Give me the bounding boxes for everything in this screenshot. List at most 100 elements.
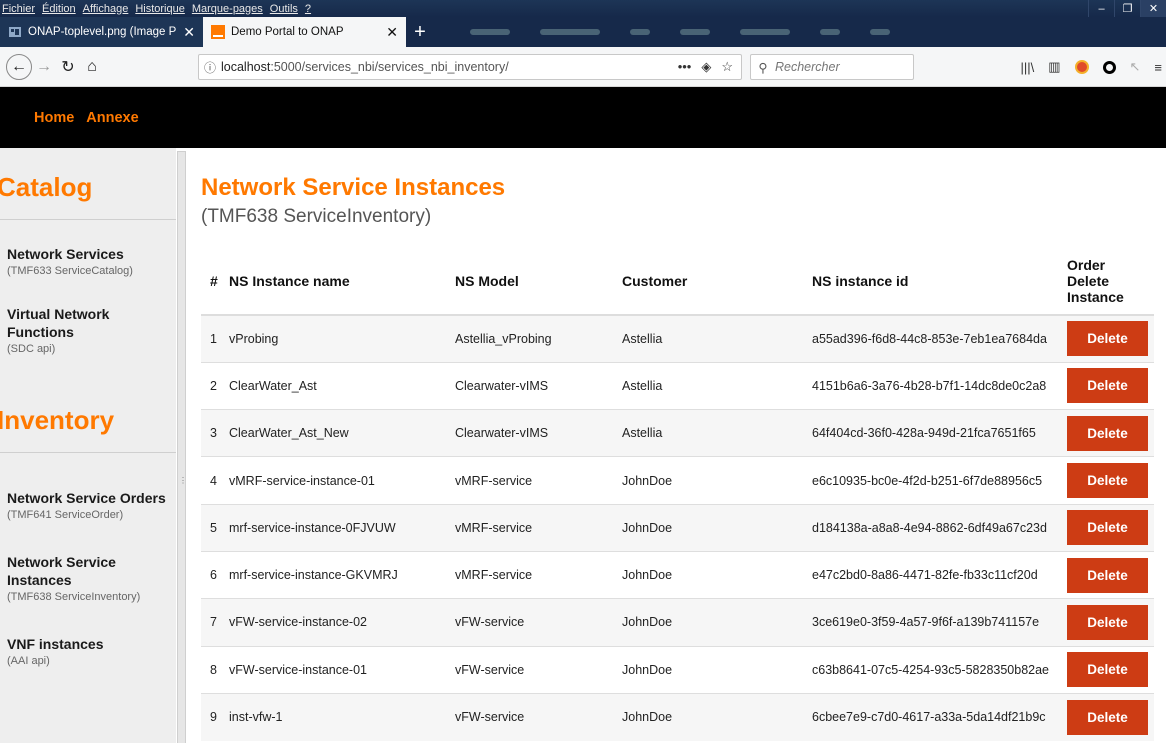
row-customer: JohnDoe <box>622 645 812 694</box>
tab-close-icon[interactable]: ✕ <box>183 24 195 41</box>
sidebar-item-network-services[interactable]: Network Services (TMF633 ServiceCatalog) <box>0 245 176 277</box>
row-ns-name: vFW-service-instance-01 <box>229 645 455 694</box>
row-ns-model: vMRF-service <box>455 456 622 505</box>
row-customer: Astellia <box>622 361 812 410</box>
sidebar-item-sub: (AAI api) <box>7 655 50 667</box>
row-action: Delete <box>1067 598 1154 647</box>
back-arrow-icon[interactable]: ← <box>6 53 32 80</box>
sidebar-item-label: Network Service Instances <box>7 554 116 588</box>
sidebar-item-vnf-instances[interactable]: VNF instances (AAI api) <box>0 635 176 667</box>
close-window-icon[interactable]: ✕ <box>1140 0 1166 17</box>
delete-button[interactable]: Delete <box>1067 321 1148 357</box>
extension-arrow-icon[interactable]: ↖ <box>1130 59 1141 75</box>
hamburger-menu-icon[interactable]: ≡ <box>1154 60 1162 75</box>
blurred-tab-area <box>470 23 1126 41</box>
row-num: 1 <box>201 314 229 363</box>
bookmark-star-icon[interactable]: ☆ <box>721 59 733 75</box>
row-customer: JohnDoe <box>622 692 812 741</box>
nav-annexe-link[interactable]: Annexe <box>86 110 138 126</box>
col-header-id: NS instance id <box>812 248 1067 316</box>
sidebar: Catalog Network Services (TMF633 Service… <box>0 148 176 743</box>
menu-view[interactable]: Affichage <box>83 3 129 15</box>
menu-bookmarks[interactable]: Marque-pages <box>192 3 263 15</box>
reload-icon[interactable]: ↻ <box>56 55 80 79</box>
row-action: Delete <box>1067 645 1154 694</box>
sidebar-item-sub: (SDC api) <box>7 343 56 355</box>
row-action: Delete <box>1067 550 1154 599</box>
extension-ring-icon[interactable] <box>1102 60 1116 74</box>
delete-button[interactable]: Delete <box>1067 699 1148 735</box>
page-actions-icon[interactable]: ••• <box>678 59 692 75</box>
row-ns-model: vMRF-service <box>455 503 622 552</box>
delete-button[interactable]: Delete <box>1067 368 1148 404</box>
home-icon[interactable]: ⌂ <box>80 55 104 79</box>
sidebar-item-vnf[interactable]: Virtual Network Functions (SDC api) <box>0 305 176 355</box>
page-title: Network Service Instances <box>201 174 506 201</box>
sidebar-item-ns-instances[interactable]: Network Service Instances (TMF638 Servic… <box>0 553 176 603</box>
row-customer: Astellia <box>622 409 812 457</box>
row-ns-id: e6c10935-bc0e-4f2d-b251-6f7de88956c5 <box>812 456 1067 505</box>
menu-help[interactable]: ? <box>305 3 311 15</box>
menu-history[interactable]: Historique <box>135 3 185 15</box>
sidebar-item-sub: (TMF641 ServiceOrder) <box>7 509 124 521</box>
row-ns-id: 6cbee7e9-c7d0-4617-a33a-5da14df21b9c <box>812 692 1067 741</box>
delete-button[interactable]: Delete <box>1067 463 1148 499</box>
delete-button[interactable]: Delete <box>1067 510 1148 546</box>
row-ns-name: mrf-service-instance-GKVMRJ <box>229 550 455 599</box>
table-header-row: # NS Instance name NS Model Customer NS … <box>201 248 1154 316</box>
row-customer: JohnDoe <box>622 503 812 552</box>
row-num: 7 <box>201 598 229 647</box>
row-num: 6 <box>201 550 229 599</box>
table-row: 1 vProbing Astellia_vProbing Astellia a55ad3… <box>201 314 1154 363</box>
pocket-icon[interactable]: ◈ <box>701 59 711 75</box>
delete-button[interactable]: Delete <box>1067 652 1148 688</box>
orange-logo-icon <box>211 25 225 39</box>
search-input[interactable]: ⚲ Rechercher <box>750 54 914 80</box>
library-icon[interactable]: |||\ <box>1020 60 1034 75</box>
row-ns-model: Astellia_vProbing <box>455 314 622 363</box>
site-info-icon[interactable]: ⓘ <box>199 59 221 76</box>
sidebar-resize-handle[interactable]: ⋮ <box>176 148 190 743</box>
tab-demo-portal[interactable]: Demo Portal to ONAP ✕ <box>203 17 406 47</box>
table-row: 8 vFW-service-instance-01 vFW-service JohnD… <box>201 645 1154 694</box>
row-ns-id: e47c2bd0-8a86-4471-82fe-fb33c11cf20d <box>812 550 1067 599</box>
row-num: 3 <box>201 409 229 457</box>
row-action: Delete <box>1067 409 1154 457</box>
ns-instances-table: # NS Instance name NS Model Customer NS … <box>201 248 1154 741</box>
table-row: 7 vFW-service-instance-02 vFW-service JohnD… <box>201 598 1154 647</box>
delete-button[interactable]: Delete <box>1067 604 1148 640</box>
row-ns-name: vFW-service-instance-02 <box>229 598 455 647</box>
grip-icon: ⋮ <box>179 476 187 485</box>
table-row: 5 mrf-service-instance-0FJVUW vMRF-service… <box>201 503 1154 552</box>
sidebar-item-ns-orders[interactable]: Network Service Orders (TMF641 ServiceOr… <box>0 489 176 521</box>
address-bar[interactable]: ⓘ localhost:5000/services_nbi/services_n… <box>198 54 742 80</box>
extension-icon[interactable] <box>1074 60 1089 74</box>
url-text[interactable]: localhost:5000/services_nbi/services_nbi… <box>221 60 678 74</box>
delete-button[interactable]: Delete <box>1067 557 1148 593</box>
tab-image[interactable]: ONAP-toplevel.png (Image PN ✕ <box>0 17 203 47</box>
row-ns-name: ClearWater_Ast <box>229 361 455 410</box>
row-ns-name: vProbing <box>229 314 455 363</box>
minimize-icon[interactable]: – <box>1088 0 1114 17</box>
menu-edit[interactable]: Édition <box>42 3 76 15</box>
window-controls: – ❐ ✕ <box>1088 0 1166 17</box>
sidebar-item-label: Virtual Network Functions <box>7 306 110 340</box>
sidebar-section-title-inventory: Inventory <box>0 405 115 435</box>
menu-file[interactable]: Fichier <box>2 3 35 15</box>
row-ns-id: a55ad396-f6d8-44c8-853e-7eb1ea7684da <box>812 314 1067 363</box>
row-num: 9 <box>201 692 229 741</box>
row-ns-name: inst-vfw-1 <box>229 692 455 741</box>
browser-toolbar-right: |||\ ▥ ↖ ≡ <box>1020 54 1162 80</box>
new-tab-icon[interactable]: + <box>406 17 434 47</box>
nav-home-link[interactable]: Home <box>34 110 74 126</box>
sidebar-section-title-catalog: Catalog <box>0 172 93 202</box>
tab-close-icon[interactable]: ✕ <box>386 24 398 41</box>
row-num: 5 <box>201 503 229 552</box>
forward-arrow-icon[interactable]: → <box>32 55 56 79</box>
maximize-icon[interactable]: ❐ <box>1114 0 1140 17</box>
table-row: 9 inst-vfw-1 vFW-service JohnDoe 6cbee7e9-c7… <box>201 692 1154 741</box>
menu-tools[interactable]: Outils <box>270 3 298 15</box>
delete-button[interactable]: Delete <box>1067 415 1148 451</box>
row-ns-name: mrf-service-instance-0FJVUW <box>229 503 455 552</box>
sidebar-toggle-icon[interactable]: ▥ <box>1048 59 1060 75</box>
